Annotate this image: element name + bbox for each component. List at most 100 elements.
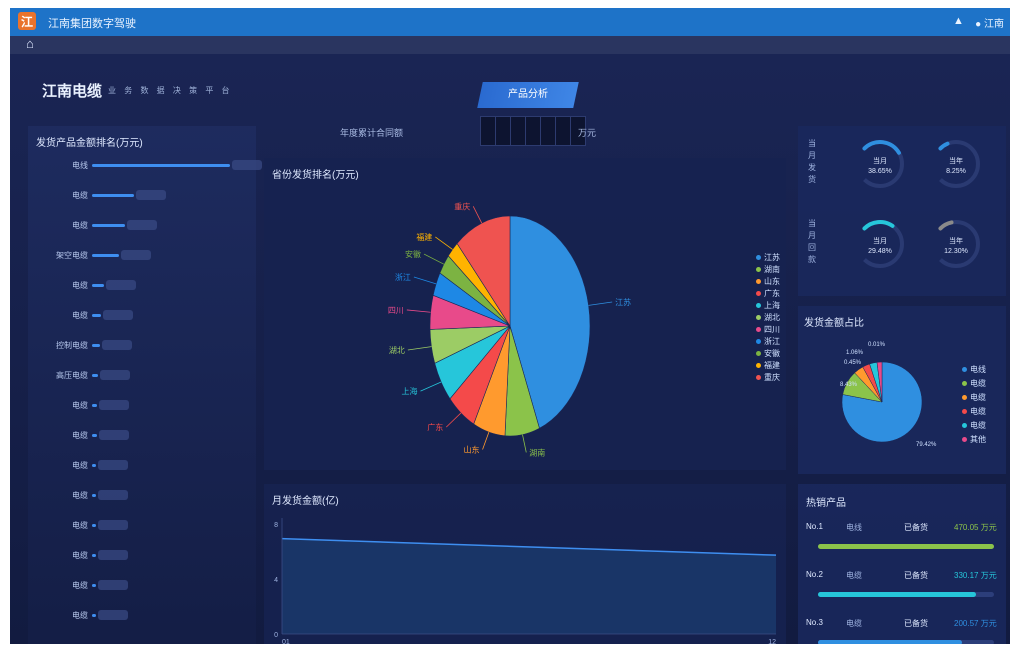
province-pie-chart: 江苏湖南 山东 广东 上海 湖北 四川 浙江 安徽 福建 重庆 xyxy=(388,201,631,457)
hot-product-row[interactable]: No.2 电缆 已备货 330.17 万元 xyxy=(806,570,1002,584)
hot-rank: No.1 xyxy=(806,522,823,531)
hot-product-row[interactable]: No.3 电缆 已备货 200.57 万元 xyxy=(806,618,1002,632)
ranking-row[interactable]: 控制电缆 xyxy=(28,338,256,352)
legend-item[interactable]: 安徽 xyxy=(756,348,780,359)
hot-status: 已备货 xyxy=(904,523,928,532)
legend-label: 江苏 xyxy=(764,253,780,262)
legend-item[interactable]: 电线 xyxy=(962,364,986,375)
legend-swatch xyxy=(962,395,967,401)
brand-name: 江南电缆 xyxy=(42,83,103,100)
ranking-bar xyxy=(92,404,97,407)
gauge-arc xyxy=(862,140,901,155)
ranking-row[interactable]: 电缆 xyxy=(28,548,256,562)
province-pie-panel: 省份发货排名(万元) 江苏 湖南 山东 广东 上海 湖北 四川 浙江 安徽 福建 重庆 江苏 湖南 山东… xyxy=(264,158,786,470)
legend-label: 电缆 xyxy=(970,393,986,402)
ranking-row[interactable]: 电缆 xyxy=(28,488,256,502)
legend-label: 湖北 xyxy=(764,313,780,322)
ranking-value-redacted xyxy=(98,400,129,410)
legend-item[interactable]: 湖北 xyxy=(756,312,780,323)
hot-amount: 330.17 万元 xyxy=(954,571,997,580)
ranking-value-redacted xyxy=(98,550,128,560)
unit-label: 万元 xyxy=(578,128,597,138)
ranking-row[interactable]: 电缆 xyxy=(28,278,256,292)
digit-box xyxy=(480,116,496,146)
ranking-row[interactable]: 电缆 xyxy=(28,428,256,442)
legend-item[interactable]: 四川 xyxy=(756,324,780,335)
app-logo: 江 xyxy=(18,12,36,30)
legend-item[interactable]: 其他 xyxy=(962,434,986,445)
legend-swatch xyxy=(756,327,761,333)
legend-label: 电缆 xyxy=(970,407,986,416)
pie-slice-label: 四川 xyxy=(388,306,404,315)
user-name: 江南 xyxy=(984,19,1004,30)
legend-item[interactable]: 电缆 xyxy=(962,406,986,417)
legend-label: 四川 xyxy=(764,325,780,334)
pie-label-leader xyxy=(420,381,442,392)
app-title: 江南集团数字驾驶 xyxy=(48,18,136,30)
ranking-bar xyxy=(92,284,104,287)
monthly-line-chart: 01 12 0 4 8 xyxy=(274,518,776,644)
legend-item[interactable]: 电缆 xyxy=(962,392,986,403)
hot-progress-fill xyxy=(818,592,977,597)
bell-icon[interactable]: ▲ xyxy=(953,15,964,27)
legend-item[interactable]: 电缆 xyxy=(962,378,986,389)
legend-item[interactable]: 江苏 xyxy=(756,252,780,263)
legend-label: 福建 xyxy=(764,361,780,370)
gauge-value: 12.30% xyxy=(944,248,968,255)
home-icon[interactable]: ⌂ xyxy=(26,36,34,51)
ranking-row[interactable]: 电线 xyxy=(28,158,262,172)
ranking-row[interactable]: 电缆 xyxy=(28,308,256,322)
ranking-row[interactable]: 电缆 xyxy=(28,458,256,472)
user-menu[interactable]: ● 江南 xyxy=(975,15,1004,30)
panel-title: 发货产品金额排名(万元) xyxy=(36,138,143,149)
ranking-row[interactable]: 架空电缆 xyxy=(28,248,256,262)
legend-item[interactable]: 上海 xyxy=(756,300,780,311)
hot-progress-track xyxy=(818,544,994,549)
gauge-charts: 当月 38.65% 当年 8.25% 当月 29.48% 当年 12.30% xyxy=(862,140,980,268)
legend-swatch xyxy=(756,363,761,369)
hot-product-row[interactable]: No.1 电线 已备货 470.05 万元 xyxy=(806,522,1002,536)
hot-progress-fill xyxy=(818,640,963,644)
gauge-title: 当月 xyxy=(873,236,887,245)
gauge-value: 8.25% xyxy=(946,168,966,175)
gauge-title: 当年 xyxy=(949,236,963,245)
legend-item[interactable]: 重庆 xyxy=(756,372,780,383)
ranking-value-redacted xyxy=(127,220,157,230)
y-tick-label: 4 xyxy=(274,577,278,584)
legend-item[interactable]: 浙江 xyxy=(756,336,780,347)
pie-slice-label: 浙江 xyxy=(395,272,411,282)
pie-label-leader xyxy=(522,434,527,453)
ranking-bar xyxy=(92,164,230,167)
legend-swatch xyxy=(756,279,761,285)
ranking-row[interactable]: 电缆 xyxy=(28,398,256,412)
pie-label-leader xyxy=(482,431,490,450)
pie-label-leader xyxy=(588,301,613,306)
legend-item[interactable]: 山东 xyxy=(756,276,780,287)
ranking-row[interactable]: 电缆 xyxy=(28,218,256,232)
legend-item[interactable]: 湖南 xyxy=(756,264,780,275)
y-tick-label: 8 xyxy=(274,522,278,529)
pie-slice-label: 广东 xyxy=(427,422,443,432)
ranking-row[interactable]: 电缆 xyxy=(28,518,256,532)
ranking-label: 电缆 xyxy=(72,521,88,530)
ranking-row[interactable]: 电缆 xyxy=(28,188,256,202)
legend-item[interactable]: 电缆 xyxy=(962,420,986,431)
ranking-bar xyxy=(92,254,119,257)
share-annotation: 0.01% xyxy=(868,342,886,348)
legend-label: 电缆 xyxy=(970,379,986,388)
legend-item[interactable]: 福建 xyxy=(756,360,780,371)
legend-label: 电缆 xyxy=(970,421,986,430)
hot-name: 电缆 xyxy=(846,619,862,628)
hot-progress-track xyxy=(818,592,994,597)
digit-box xyxy=(510,116,526,146)
ranking-row[interactable]: 电缆 xyxy=(28,578,256,592)
tab-product-analysis[interactable]: 产品分析 xyxy=(477,82,579,108)
legend-item[interactable]: 广东 xyxy=(756,288,780,299)
legend-swatch xyxy=(756,351,761,357)
ranking-value-redacted xyxy=(98,490,128,500)
ranking-row[interactable]: 电缆 xyxy=(28,608,256,622)
pie-slice-label: 福建 xyxy=(416,232,432,242)
ranking-label: 电缆 xyxy=(72,281,88,290)
gauge-title: 当年 xyxy=(949,156,963,165)
ranking-row[interactable]: 高压电缆 xyxy=(28,368,256,382)
